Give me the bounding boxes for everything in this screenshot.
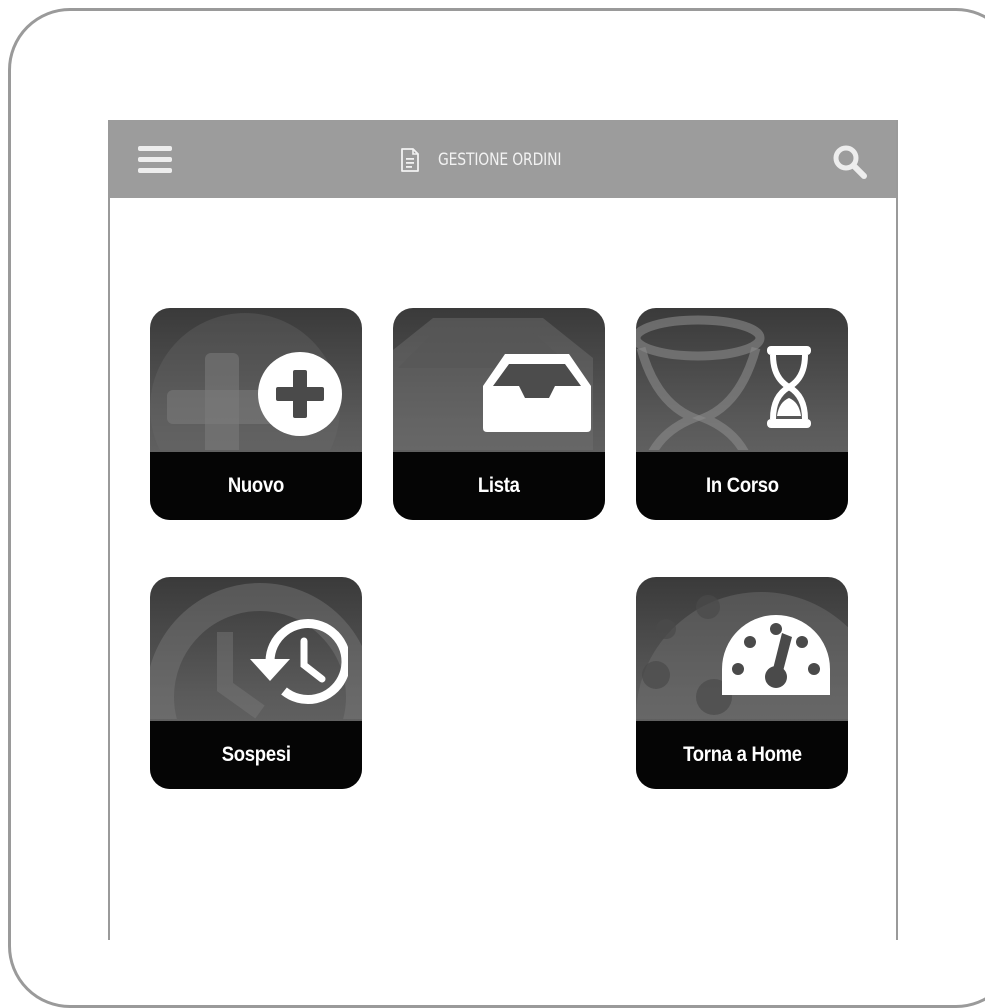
tile-label: Nuovo xyxy=(227,474,285,497)
tile-nuovo[interactable]: Nuovo xyxy=(150,308,362,520)
document-icon xyxy=(401,148,419,172)
hourglass-icon xyxy=(767,346,811,428)
tile-lista[interactable]: Lista xyxy=(393,308,605,520)
hourglass-watermark-icon xyxy=(636,315,765,450)
hamburger-menu-icon[interactable] xyxy=(138,146,172,174)
search-icon[interactable] xyxy=(832,144,868,180)
tile-sospesi[interactable]: Sospesi xyxy=(150,577,362,789)
page-title: GESTIONE ORDINI xyxy=(438,150,562,170)
top-app-bar: GESTIONE ORDINI xyxy=(110,120,896,198)
plus-circle-icon xyxy=(258,352,342,436)
tile-label: Sospesi xyxy=(221,743,291,766)
tile-torna-a-home[interactable]: Torna a Home xyxy=(636,577,848,789)
app-screen: GESTIONE ORDINI Nuovo Lista In Corso Sos… xyxy=(108,120,898,940)
tile-in-corso[interactable]: In Corso xyxy=(636,308,848,520)
app-title: GESTIONE ORDINI xyxy=(400,146,588,174)
tile-label-bar: Sospesi xyxy=(150,721,362,789)
speedometer-icon xyxy=(722,615,830,695)
tile-label: Lista xyxy=(478,474,520,497)
tile-label-bar: Nuovo xyxy=(150,452,362,520)
tile-label-bar: Torna a Home xyxy=(636,721,848,789)
tile-label-bar: Lista xyxy=(393,452,605,520)
tile-label: Torna a Home xyxy=(682,743,802,766)
tile-label-bar: In Corso xyxy=(636,452,848,520)
history-clock-icon xyxy=(250,619,348,705)
tile-label: In Corso xyxy=(705,474,779,497)
inbox-tray-icon xyxy=(483,354,591,432)
